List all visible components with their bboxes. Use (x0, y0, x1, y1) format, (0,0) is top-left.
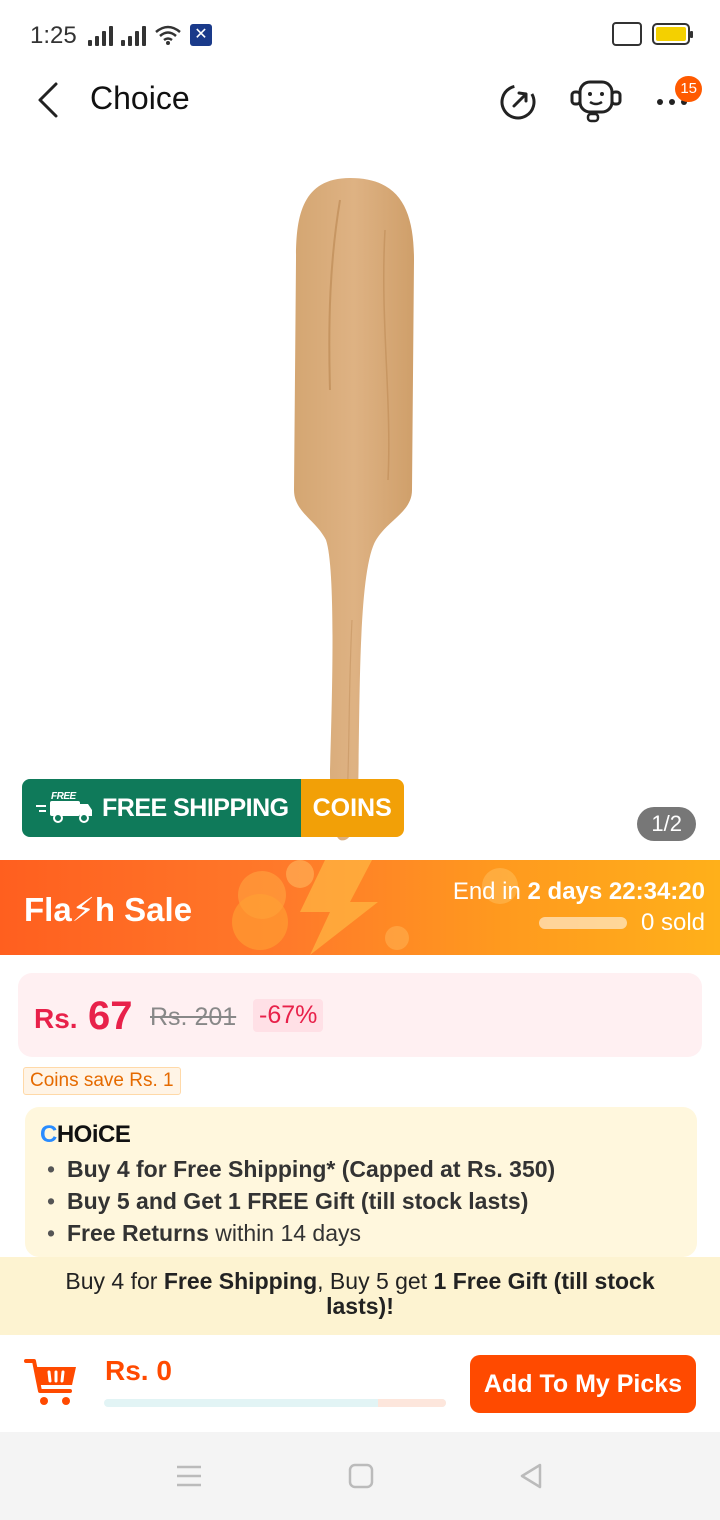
promo-text-2: , Buy 5 get (317, 1268, 434, 1294)
promo-bold-1: Free Shipping (163, 1268, 318, 1294)
customer-service-icon[interactable] (568, 74, 624, 126)
original-price: Rs. 201 (150, 1003, 237, 1031)
price-card: Rs. 67 Rs. 201 -67% (18, 973, 702, 1057)
coins-badge: COINS (300, 779, 404, 837)
back-nav-icon[interactable] (517, 1462, 545, 1490)
menu-icon[interactable] (175, 1462, 203, 1490)
app-notification-icon: ✕ (190, 24, 212, 46)
price-currency: Rs. (34, 1003, 78, 1034)
wooden-spatula-image (294, 178, 414, 841)
notification-badge: 15 (675, 76, 702, 102)
bottom-action-bar: Rs. 0 Add To My Picks (0, 1335, 720, 1432)
sold-row: 0 sold (538, 909, 705, 937)
wifi-icon (155, 25, 181, 45)
vibrate-icon (612, 22, 642, 46)
choice-logo: CHOiCE (40, 1121, 131, 1148)
add-to-picks-button[interactable]: Add To My Picks (470, 1355, 696, 1413)
free-shipping-coins-banner: FREE FREE SHIPPING COINS (22, 779, 404, 837)
countdown-prefix: End in (452, 878, 528, 905)
signal-icon-2 (121, 24, 146, 46)
choice-benefits-box[interactable]: CHOiCE Buy 4 for Free Shipping* (Capped … (25, 1107, 697, 1257)
svg-text:FREE: FREE (51, 791, 77, 802)
sold-progress-bar (538, 917, 627, 929)
current-price: 67 (88, 994, 133, 1038)
countdown-days: 2 days (527, 878, 603, 905)
list-item: Buy 5 and Get 1 FREE Gift (till stock la… (47, 1185, 555, 1217)
page-title: Choice (90, 80, 190, 116)
free-shipping-badge: FREE FREE SHIPPING (22, 779, 301, 837)
status-time: 1:25 (30, 22, 77, 49)
flash-sale-title: Fla⚡h Sale (24, 891, 193, 928)
status-right (612, 22, 693, 46)
discount-badge: -67% (253, 999, 324, 1032)
image-counter: 1/2 (637, 807, 696, 841)
free-shipping-label: FREE SHIPPING (102, 793, 289, 822)
app-header: Choice 15 (0, 70, 720, 140)
system-nav-bar (0, 1432, 720, 1520)
list-item: Free Returns within 14 days (47, 1217, 555, 1249)
cart-icon[interactable] (22, 1353, 80, 1411)
more-menu-button[interactable]: 15 (648, 74, 708, 126)
truck-icon: FREE (36, 791, 92, 823)
cart-total: Rs. 0 (105, 1355, 172, 1386)
product-image-gallery[interactable]: FREE FREE SHIPPING COINS 1/2 (0, 140, 720, 860)
choice-logo-text: HOiCE (56, 1121, 131, 1148)
flash-sale-countdown: End in 2 days 22:34:20 (453, 878, 705, 906)
home-icon[interactable] (347, 1462, 375, 1490)
signal-icon (88, 24, 113, 46)
coins-save-tag: Coins save Rs. 1 (23, 1067, 181, 1095)
picks-progress-bar (104, 1399, 446, 1407)
status-icons: ✕ (88, 24, 212, 46)
sold-count: 0 sold (640, 909, 705, 936)
list-item: Buy 4 for Free Shipping* (Capped at Rs. … (47, 1153, 555, 1185)
back-icon[interactable] (30, 78, 70, 122)
status-bar: 1:25 ✕ (0, 0, 720, 70)
share-icon[interactable] (492, 74, 544, 126)
countdown-time: 22:34:20 (608, 878, 705, 905)
promo-strip: Buy 4 for Free Shipping, Buy 5 get 1 Fre… (0, 1257, 720, 1335)
battery-icon (652, 23, 693, 45)
promo-text-1: Buy 4 for (65, 1268, 164, 1294)
flash-sale-banner: Fla⚡h Sale End in 2 days 22:34:20 0 sold (0, 860, 720, 955)
choice-benefits-list: Buy 4 for Free Shipping* (Capped at Rs. … (47, 1153, 555, 1249)
